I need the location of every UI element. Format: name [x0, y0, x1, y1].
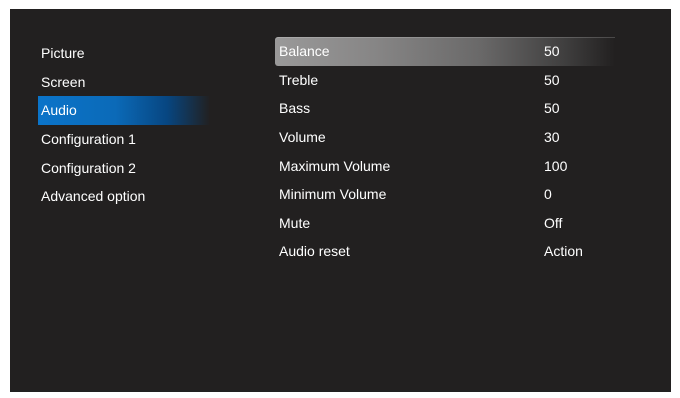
- menu-item-audio[interactable]: Audio: [38, 96, 210, 125]
- setting-row-treble[interactable]: Treble 50: [275, 66, 615, 95]
- menu-item-label: Advanced option: [41, 188, 146, 205]
- setting-row-volume[interactable]: Volume 30: [275, 123, 615, 152]
- setting-label: Mute: [279, 214, 311, 231]
- setting-value: Off: [544, 214, 563, 231]
- audio-settings-panel: Balance 50 Treble 50 Bass 50 Volume 30 M…: [275, 37, 615, 266]
- setting-row-balance[interactable]: Balance 50: [275, 37, 615, 66]
- osd-screen: Picture Screen Audio Configuration 1 Con…: [10, 9, 671, 392]
- setting-label: Maximum Volume: [279, 157, 391, 174]
- menu-item-label: Audio: [41, 102, 77, 119]
- setting-row-audio-reset[interactable]: Audio reset Action: [275, 237, 615, 266]
- menu-item-label: Configuration 1: [41, 131, 136, 148]
- setting-row-bass[interactable]: Bass 50: [275, 94, 615, 123]
- menu-item-configuration-1[interactable]: Configuration 1: [38, 125, 210, 154]
- setting-row-maximum-volume[interactable]: Maximum Volume 100: [275, 151, 615, 180]
- setting-label: Audio reset: [279, 243, 350, 260]
- menu-item-label: Picture: [41, 45, 85, 62]
- setting-value: 0: [544, 186, 552, 203]
- menu-item-label: Screen: [41, 73, 86, 90]
- setting-value: 50: [544, 43, 560, 60]
- setting-value: 100: [544, 157, 568, 174]
- setting-row-minimum-volume[interactable]: Minimum Volume 0: [275, 180, 615, 209]
- main-menu: Picture Screen Audio Configuration 1 Con…: [38, 39, 210, 211]
- setting-label: Volume: [279, 129, 326, 146]
- setting-value: 50: [544, 100, 560, 117]
- setting-label: Minimum Volume: [279, 186, 387, 203]
- setting-value: 50: [544, 71, 560, 88]
- setting-label: Treble: [279, 71, 319, 88]
- menu-item-advanced-option[interactable]: Advanced option: [38, 182, 210, 211]
- setting-value: Action: [544, 243, 583, 260]
- setting-label: Bass: [279, 100, 311, 117]
- menu-item-picture[interactable]: Picture: [38, 39, 210, 68]
- setting-label: Balance: [279, 43, 330, 60]
- menu-item-label: Configuration 2: [41, 159, 136, 176]
- setting-row-mute[interactable]: Mute Off: [275, 209, 615, 238]
- setting-value: 30: [544, 129, 560, 146]
- menu-item-configuration-2[interactable]: Configuration 2: [38, 153, 210, 182]
- menu-item-screen[interactable]: Screen: [38, 68, 210, 97]
